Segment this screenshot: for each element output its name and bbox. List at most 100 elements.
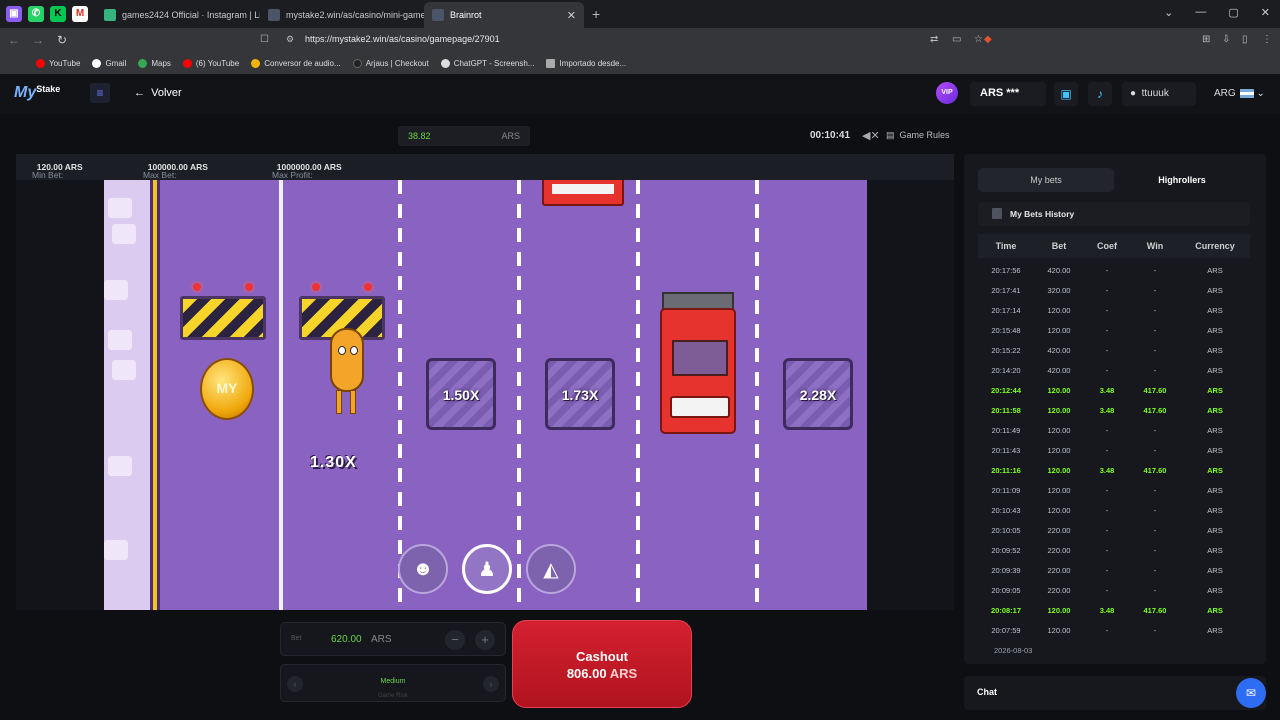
pinned-tab-whatsapp-icon[interactable]: ✆ <box>28 6 44 22</box>
downloads-icon[interactable]: ⇩ <box>1222 34 1230 45</box>
browser-tab-active[interactable]: Brainrot ✕ <box>424 2 584 28</box>
bet-amount-input[interactable]: 620.00 <box>331 634 362 645</box>
tab-close-icon[interactable]: ✕ <box>567 9 576 22</box>
site-logo[interactable]: MyStake <box>14 84 60 102</box>
browser-tab[interactable]: games2424 Official · Instagram | Link <box>96 2 260 28</box>
bookmark-item[interactable]: Arjaus | Checkout <box>352 58 429 68</box>
reload-icon[interactable]: ↻ <box>52 33 72 47</box>
multiplier-tile[interactable]: 1.50X <box>426 358 496 430</box>
skin-option-icon[interactable]: ☻ <box>398 544 448 594</box>
bookmark-folder[interactable]: Importado desde... <box>546 58 626 68</box>
pinned-tab-icon[interactable]: ▣ <box>6 6 22 22</box>
table-cell-win: - <box>1153 345 1157 355</box>
extensions-icon[interactable]: ⊞ <box>1202 34 1210 45</box>
skin-option-shark-icon[interactable]: ◭ <box>526 544 576 594</box>
table-header: Time Bet Coef Win Currency <box>978 234 1250 258</box>
table-cell-coef: - <box>1105 505 1109 515</box>
table-cell-win: 417.60 <box>1143 405 1167 415</box>
lane-divider <box>636 180 640 610</box>
sidebar-icon[interactable]: ▯ <box>1242 34 1248 45</box>
bookmark-item[interactable]: Gmail <box>92 58 126 68</box>
hamburger-menu-icon[interactable]: ≡ <box>90 83 110 103</box>
back-nav-icon[interactable]: ← <box>4 33 24 47</box>
table-row: 20:11:49 120.00 - - ARS <box>978 420 1250 440</box>
pinned-tab-gmail-icon[interactable]: M <box>72 6 88 22</box>
browser-tab[interactable]: mystake2.win/as/casino/mini-games <box>260 2 424 28</box>
language-selector[interactable]: ARG ⌄ <box>1214 88 1265 99</box>
multiplier-tile[interactable]: 2.28X <box>783 358 853 430</box>
balance-button[interactable]: ARS *** <box>970 82 1046 106</box>
minimize-icon[interactable]: — <box>1195 6 1206 19</box>
site-info-icon[interactable]: ⚙ <box>286 34 294 45</box>
table-cell-coef: 3.48 <box>1099 405 1115 415</box>
bet-increase-button[interactable]: + <box>475 630 495 650</box>
difficulty-selector[interactable]: ‹ Medium Game Risk › <box>280 664 506 702</box>
game-rules-button[interactable]: ▤ Game Rules <box>886 130 950 141</box>
table-cell-time: 20:11:58 <box>991 405 1021 415</box>
new-tab-button[interactable]: + <box>592 6 600 22</box>
bookmark-item[interactable]: YouTube <box>36 58 80 68</box>
table-cell-time: 20:07:59 <box>991 625 1021 635</box>
lane-divider <box>279 180 283 610</box>
table-row: 20:12:44 120.00 3.48 417.60 ARS <box>978 380 1250 400</box>
youtube-icon <box>36 58 45 68</box>
table-cell-cur: ARS <box>1207 465 1223 475</box>
skin-option-selected-icon[interactable]: ♟ <box>462 544 512 594</box>
table-row: 20:11:16 120.00 3.48 417.60 ARS <box>978 460 1250 480</box>
address-bar: ← → ↻ ☐ ⚙ https://mystake2.win/as/casino… <box>0 28 1280 52</box>
tab-highrollers[interactable]: Highrollers <box>1114 168 1250 192</box>
bell-icon[interactable]: ♪ <box>1088 82 1112 106</box>
table-cell-coef: 3.48 <box>1099 605 1115 615</box>
star-icon[interactable]: ☆ <box>974 34 983 45</box>
bookmarks-bar: YouTube Gmail Maps (6) YouTube Conversor… <box>0 52 1280 74</box>
table-cell-coef: - <box>1105 285 1109 295</box>
vip-badge[interactable]: VIP <box>936 82 958 104</box>
current-multiplier: 1.30X <box>310 454 357 471</box>
close-window-icon[interactable]: ✕ <box>1261 6 1270 19</box>
bookmark-item[interactable]: (6) YouTube <box>182 58 239 68</box>
bookmark-item[interactable]: Maps <box>138 58 171 68</box>
url-field[interactable]: https://mystake2.win/as/casino/gamepage/… <box>305 34 500 44</box>
bookmark-page-icon[interactable]: ☐ <box>260 34 269 45</box>
table-row: 20:17:56 420.00 - - ARS <box>978 260 1250 280</box>
translate-icon[interactable]: ⇄ <box>930 34 938 45</box>
bookmark-item[interactable]: Conversor de audio... <box>251 58 341 68</box>
chat-bar[interactable]: Chat <box>964 676 1266 710</box>
pinned-tab-kick-icon[interactable]: K <box>50 6 66 22</box>
audio-converter-icon <box>251 58 261 68</box>
bookmark-item[interactable]: ChatGPT - Screensh... <box>440 58 534 68</box>
window-controls: ⌄ — ▢ ✕ <box>1164 6 1270 19</box>
tab-my-bets[interactable]: My bets <box>978 168 1114 192</box>
tab-search-icon[interactable]: ⌄ <box>1164 6 1173 19</box>
game-balance: 38.82 ARS <box>398 126 530 146</box>
table-cell-cur: ARS <box>1207 525 1223 535</box>
chevron-right-icon[interactable]: › <box>483 676 499 692</box>
back-button[interactable]: ← Volver <box>134 87 182 99</box>
bet-decrease-button[interactable]: − <box>445 630 465 650</box>
multiplier-tile[interactable]: 1.73X <box>545 358 615 430</box>
table-cell-coef: - <box>1105 305 1109 315</box>
menu-icon[interactable]: ⋮ <box>1262 34 1272 45</box>
gift-icon[interactable]: ▣ <box>1054 82 1078 106</box>
table-row: 20:10:05 220.00 - - ARS <box>978 520 1250 540</box>
game-board[interactable]: MY 1.30X 1.50X 1.73X 2.28X ☻ ♟ ◭ <box>104 180 867 610</box>
table-cell-coef: - <box>1105 425 1109 435</box>
table-cell-cur: ARS <box>1207 585 1223 595</box>
table-cell-coef: - <box>1105 545 1109 555</box>
table-cell-win: - <box>1153 425 1157 435</box>
cashout-button[interactable]: Cashout 806.00 ARS <box>512 620 692 708</box>
brave-shield-icon[interactable]: ◆ <box>984 34 992 45</box>
user-button[interactable]: ● ttuuuk <box>1122 82 1196 106</box>
table-cell-coef: - <box>1105 325 1109 335</box>
date-separator: 2026-08-03 <box>978 640 1250 660</box>
maximize-icon[interactable]: ▢ <box>1228 6 1238 19</box>
table-row: 20:11:58 120.00 3.48 417.60 ARS <box>978 400 1250 420</box>
table-cell-bet: 120.00 <box>1047 485 1071 495</box>
cast-icon[interactable]: ▭ <box>952 34 961 45</box>
forward-nav-icon[interactable]: → <box>28 33 48 47</box>
sound-mute-icon[interactable]: ◀✕ <box>862 129 880 142</box>
max-profit: Max Profit: 1000000.00 ARS <box>272 162 342 180</box>
chat-bubble-icon[interactable]: ✉ <box>1236 678 1266 708</box>
table-cell-win: - <box>1153 285 1157 295</box>
history-icon <box>992 208 1002 219</box>
